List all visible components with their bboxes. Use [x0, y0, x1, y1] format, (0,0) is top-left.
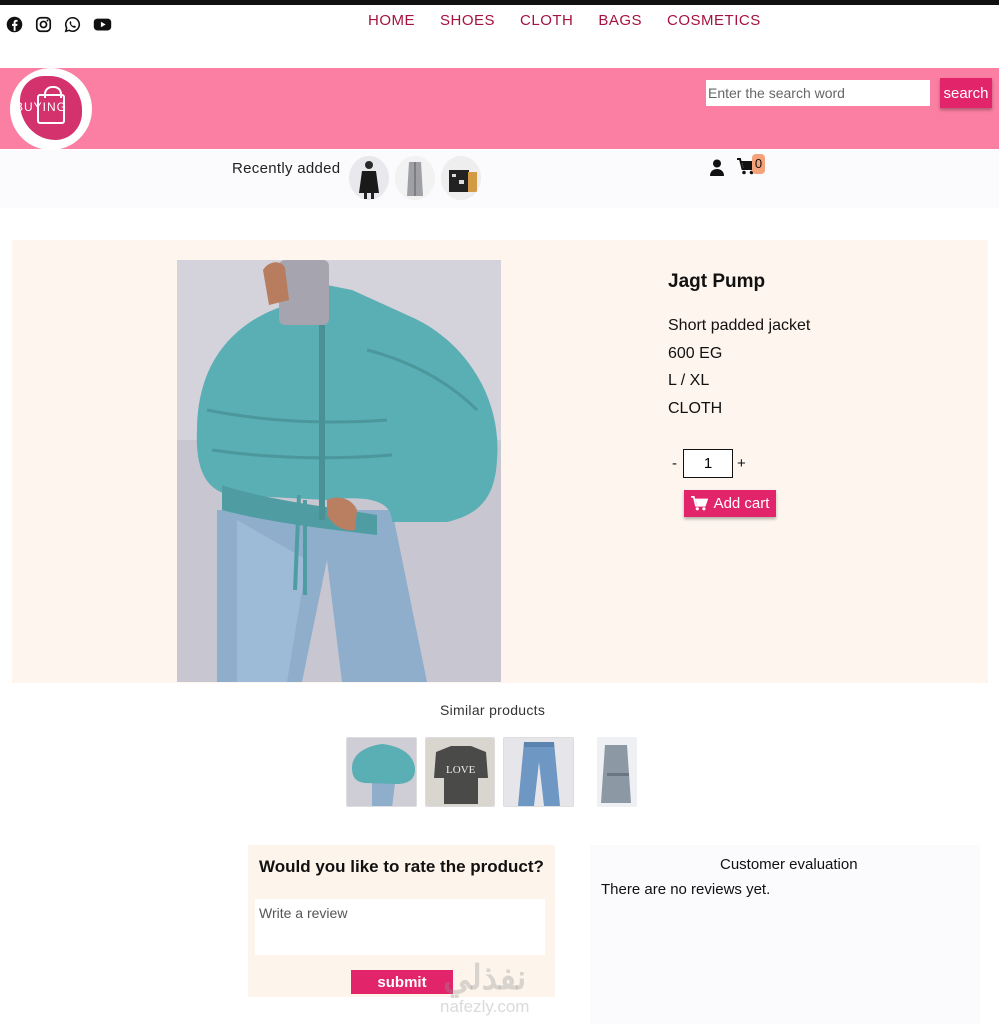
quantity-input[interactable] [683, 449, 733, 478]
recent-product-thumb[interactable] [349, 156, 389, 200]
similar-products-title: Similar products [440, 702, 546, 718]
recently-added-label: Recently added [232, 160, 341, 177]
product-description: Short padded jacket [668, 317, 811, 334]
similar-product-thumb[interactable]: LOVE [425, 737, 495, 807]
watermark-latin: nafezly.com [440, 997, 530, 1016]
nav-bags[interactable]: BAGS [598, 12, 642, 29]
logo-text: BUYING [15, 100, 68, 114]
quantity-decrement[interactable]: - [672, 455, 677, 472]
product-details: Short padded jacket 600 EG L / XL CLOTH [668, 312, 810, 422]
instagram-icon[interactable] [35, 16, 52, 33]
recent-product-thumb[interactable] [441, 156, 481, 200]
search-button[interactable]: search [940, 78, 992, 108]
nav-shoes[interactable]: SHOES [440, 12, 495, 29]
watermark-arabic: نفذلي [443, 959, 527, 997]
review-input[interactable] [255, 899, 545, 955]
cart-count-badge: 0 [752, 154, 765, 174]
user-icon[interactable] [710, 159, 724, 181]
whatsapp-icon[interactable] [64, 16, 81, 33]
recent-product-thumb[interactable] [395, 156, 435, 200]
svg-text:LOVE: LOVE [446, 764, 476, 776]
social-links [6, 16, 112, 33]
facebook-icon[interactable] [6, 16, 23, 33]
nav-cloth[interactable]: CLOTH [520, 12, 573, 29]
site-logo[interactable]: BUYING [10, 68, 92, 150]
nav-cosmetics[interactable]: COSMETICS [667, 12, 761, 29]
recently-added-bar [0, 150, 999, 208]
similar-product-thumb[interactable] [597, 737, 637, 807]
nav-home[interactable]: HOME [368, 12, 415, 29]
similar-product-thumb[interactable] [346, 737, 417, 807]
watermark: نفذلي nafezly.com [440, 958, 529, 1016]
similar-product-thumb[interactable] [503, 737, 574, 807]
product-image [177, 260, 501, 682]
cart-icon [690, 496, 708, 511]
submit-review-button[interactable]: submit [351, 970, 453, 994]
search-input[interactable] [706, 80, 930, 106]
product-name: Jagt Pump [668, 271, 766, 292]
product-price: 600 EG [668, 344, 723, 362]
customer-evaluation-title: Customer evaluation [720, 856, 858, 873]
no-reviews-text: There are no reviews yet. [601, 881, 771, 898]
add-to-cart-label: Add cart [713, 495, 770, 512]
top-border [0, 0, 999, 5]
quantity-increment[interactable]: + [737, 455, 746, 472]
youtube-icon[interactable] [93, 16, 112, 33]
rate-product-title: Would you like to rate the product? [259, 857, 544, 876]
main-nav: HOME SHOES CLOTH BAGS COSMETICS [368, 12, 761, 29]
product-sizes: L / XL [668, 372, 710, 389]
add-to-cart-button[interactable]: Add cart [684, 490, 776, 517]
product-category: CLOTH [668, 399, 723, 417]
